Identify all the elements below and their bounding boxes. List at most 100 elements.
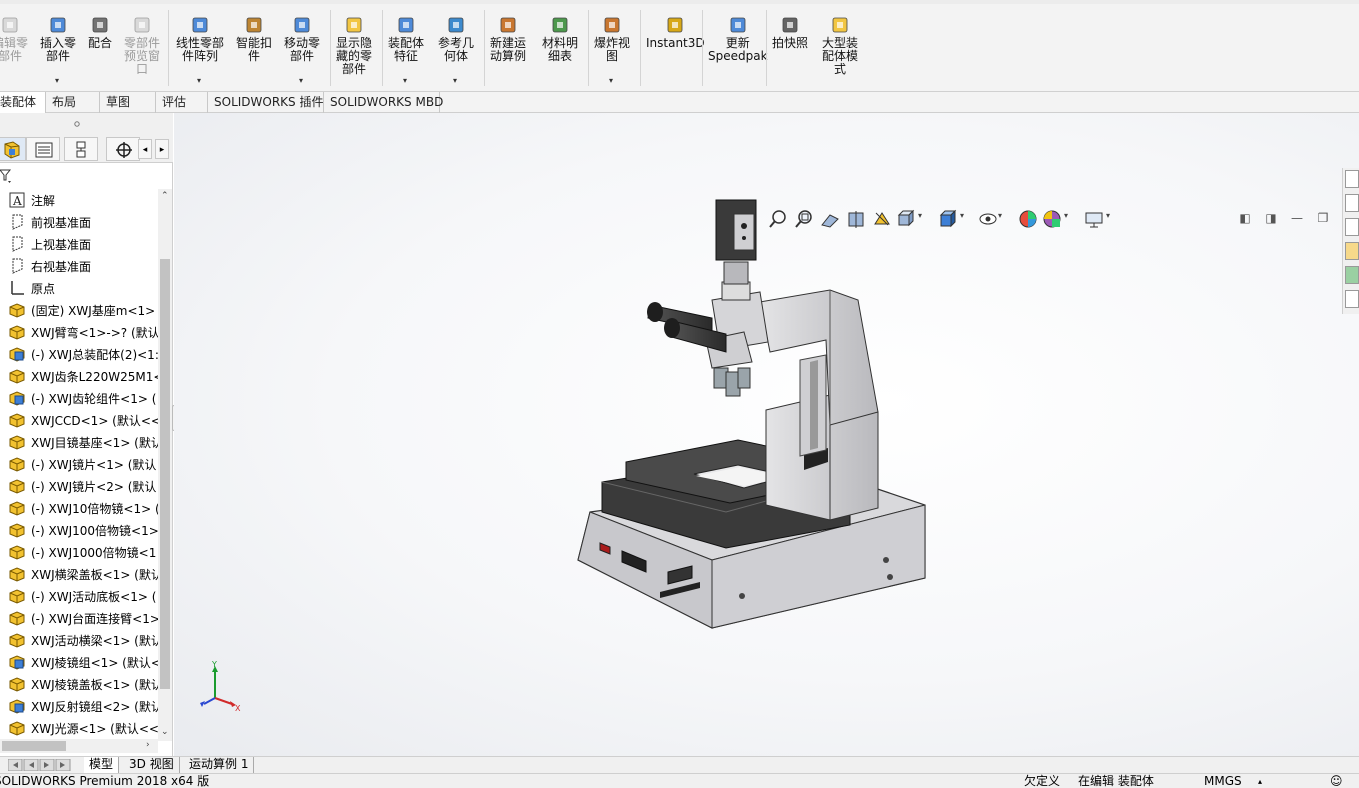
mate-button[interactable]: 配合: [88, 14, 112, 50]
update-speedpak-button[interactable]: 更新 Speedpak: [708, 14, 768, 63]
instant3d-button[interactable]: Instant3D: [646, 14, 705, 50]
microscope-model[interactable]: [174, 113, 1359, 756]
panel-grip[interactable]: [0, 113, 173, 135]
tree-item[interactable]: (-) XWJ镜片<2> (默认: [8, 475, 156, 497]
tree-item[interactable]: (固定) XWJ基座m<1>: [8, 299, 155, 321]
solidworks-resources-icon[interactable]: [1345, 170, 1359, 188]
move-component-dropdown-icon[interactable]: ▾: [299, 74, 303, 87]
large-assembly-button[interactable]: 大型装 配体模 式: [822, 14, 858, 76]
assembly-features-button[interactable]: 装配体 特征 ▾: [388, 14, 424, 85]
previous-view-icon[interactable]: [820, 209, 840, 229]
command-tab-1[interactable]: 布局: [46, 92, 100, 113]
hide-show-dropdown-icon[interactable]: ▾: [998, 211, 1002, 220]
window-minimize-icon[interactable]: —: [1290, 211, 1304, 225]
tab-scroll-left-button[interactable]: ◂: [138, 139, 152, 159]
command-tab-4[interactable]: SOLIDWORKS 插件: [208, 92, 324, 113]
tree-item[interactable]: XWJ光源<1> (默认<<: [8, 717, 158, 739]
new-motion-study-button[interactable]: 新建运 动算例: [490, 14, 526, 63]
unit-system-button[interactable]: MMGS: [1204, 775, 1242, 788]
tree-item[interactable]: (-) XWJ总装配体(2)<1:: [8, 343, 158, 365]
tree-filter[interactable]: [0, 164, 173, 188]
tree-item[interactable]: (-) XWJ齿轮组件<1> (: [8, 387, 156, 409]
window-restore-icon[interactable]: ❐: [1316, 211, 1330, 225]
component-preview-button[interactable]: 零部件 预览窗 口: [124, 14, 160, 76]
tab-navigation-arrows[interactable]: [7, 758, 74, 772]
tree-item[interactable]: 前视基准面: [8, 211, 91, 233]
tab-property-manager[interactable]: [26, 137, 60, 161]
tree-item[interactable]: 原点: [8, 277, 55, 299]
tab-dimxpert-manager[interactable]: [106, 137, 140, 161]
view-orientation-dropdown-icon[interactable]: ▾: [918, 211, 922, 220]
tree-item[interactable]: 右视基准面: [8, 255, 91, 277]
view-settings-dropdown-icon[interactable]: ▾: [1106, 211, 1110, 220]
tree-item[interactable]: XWJ活动横梁<1> (默认: [8, 629, 158, 651]
edit-component-button[interactable]: 编辑零 部件: [0, 14, 28, 63]
command-tab-2[interactable]: 草图: [100, 92, 156, 113]
apply-scene-icon[interactable]: [1042, 209, 1062, 229]
tree-vertical-scroll-thumb[interactable]: [160, 259, 170, 689]
tab-motion-study-1[interactable]: 运动算例 1: [184, 757, 255, 773]
view-settings-icon[interactable]: [1084, 209, 1104, 229]
linear-pattern-dropdown-icon[interactable]: ▾: [197, 74, 201, 87]
move-component-button[interactable]: 移动零 部件 ▾: [284, 14, 320, 85]
view-palette-icon[interactable]: [1345, 242, 1359, 260]
tree-item[interactable]: (-) XWJ活动底板<1> (: [8, 585, 156, 607]
show-hidden-button[interactable]: 显示隐 藏的零 部件: [336, 14, 372, 76]
tree-item[interactable]: XWJ目镜基座<1> (默认: [8, 431, 158, 453]
zoom-to-area-icon[interactable]: [794, 209, 814, 229]
scroll-right-arrow-icon[interactable]: ›: [146, 740, 150, 750]
edit-appearance-icon[interactable]: [1018, 209, 1038, 229]
tree-horizontal-scroll-thumb[interactable]: [2, 741, 66, 751]
window-tile-left-icon[interactable]: ◧: [1238, 211, 1252, 225]
tree-horizontal-scrollbar[interactable]: ›: [0, 739, 158, 753]
custom-properties-icon[interactable]: [1345, 290, 1359, 308]
help-chat-icon[interactable]: ☺: [1330, 775, 1343, 788]
graphics-area[interactable]: Y X ▾ ▾ ▾ ▾ ▾ ◧ ◨ — ❐ ✕: [174, 113, 1359, 756]
exploded-view-button[interactable]: 爆炸视 图 ▾: [594, 14, 630, 85]
scene-dropdown-icon[interactable]: ▾: [1064, 211, 1068, 220]
tree-item[interactable]: (-) XWJ台面连接臂<1>: [8, 607, 158, 629]
bill-of-materials-button[interactable]: 材料明 细表: [542, 14, 578, 63]
tab-3d-view[interactable]: 3D 视图: [124, 757, 180, 773]
tree-item[interactable]: XWJCCD<1> (默认<<: [8, 409, 158, 431]
view-orientation-icon[interactable]: [896, 209, 916, 229]
linear-pattern-button[interactable]: 线性零部 件阵列 ▾: [176, 14, 224, 85]
exploded-view-dropdown-icon[interactable]: ▾: [609, 74, 613, 87]
tree-item[interactable]: XWJ棱镜组<1> (默认<: [8, 651, 158, 673]
take-snapshot-button[interactable]: 拍快照: [772, 14, 808, 50]
tree-item[interactable]: XWJ齿条L220W25M1<: [8, 365, 158, 387]
window-tile-right-icon[interactable]: ◨: [1264, 211, 1278, 225]
reference-geometry-button[interactable]: 参考几 何体 ▾: [438, 14, 474, 85]
scroll-up-arrow-icon[interactable]: ⌃: [161, 191, 169, 201]
appearances-scenes-icon[interactable]: [1345, 266, 1359, 284]
section-view-icon[interactable]: [846, 209, 866, 229]
tab-configuration-manager[interactable]: [64, 137, 98, 161]
hide-show-items-icon[interactable]: [978, 209, 998, 229]
file-explorer-icon[interactable]: [1345, 218, 1359, 236]
scroll-down-arrow-icon[interactable]: ⌄: [161, 727, 169, 737]
dynamic-annotation-icon[interactable]: [872, 209, 892, 229]
tree-item[interactable]: (-) XWJ100倍物镜<1>: [8, 519, 158, 541]
display-style-icon[interactable]: [938, 209, 958, 229]
tree-item[interactable]: XWJ臂弯<1>->? (默认: [8, 321, 158, 343]
reference-geometry-dropdown-icon[interactable]: ▾: [453, 74, 457, 87]
command-tab-5[interactable]: SOLIDWORKS MBD: [324, 92, 443, 113]
display-style-dropdown-icon[interactable]: ▾: [960, 211, 964, 220]
insert-component-button[interactable]: 插入零 部件 ▾: [40, 14, 76, 85]
tree-item[interactable]: (-) XWJ1000倍物镜<1: [8, 541, 156, 563]
tree-item[interactable]: (-) XWJ10倍物镜<1> (: [8, 497, 158, 519]
tab-feature-manager[interactable]: [0, 137, 26, 161]
insert-component-dropdown-icon[interactable]: ▾: [55, 74, 59, 87]
unit-system-dropdown-icon[interactable]: ▴: [1258, 775, 1262, 788]
tab-scroll-right-button[interactable]: ▸: [155, 139, 169, 159]
tree-vertical-scrollbar[interactable]: ⌃ ⌄: [158, 189, 172, 741]
command-tab-3[interactable]: 评估: [156, 92, 208, 113]
tree-item[interactable]: 上视基准面: [8, 233, 91, 255]
command-tab-0[interactable]: 装配体: [0, 92, 46, 113]
assembly-features-dropdown-icon[interactable]: ▾: [403, 74, 407, 87]
smart-fasteners-button[interactable]: 智能扣 件: [236, 14, 272, 63]
tree-item[interactable]: XWJ棱镜盖板<1> (默认: [8, 673, 158, 695]
tab-model[interactable]: 模型: [84, 757, 120, 773]
zoom-to-fit-icon[interactable]: [768, 209, 788, 229]
design-library-icon[interactable]: [1345, 194, 1359, 212]
